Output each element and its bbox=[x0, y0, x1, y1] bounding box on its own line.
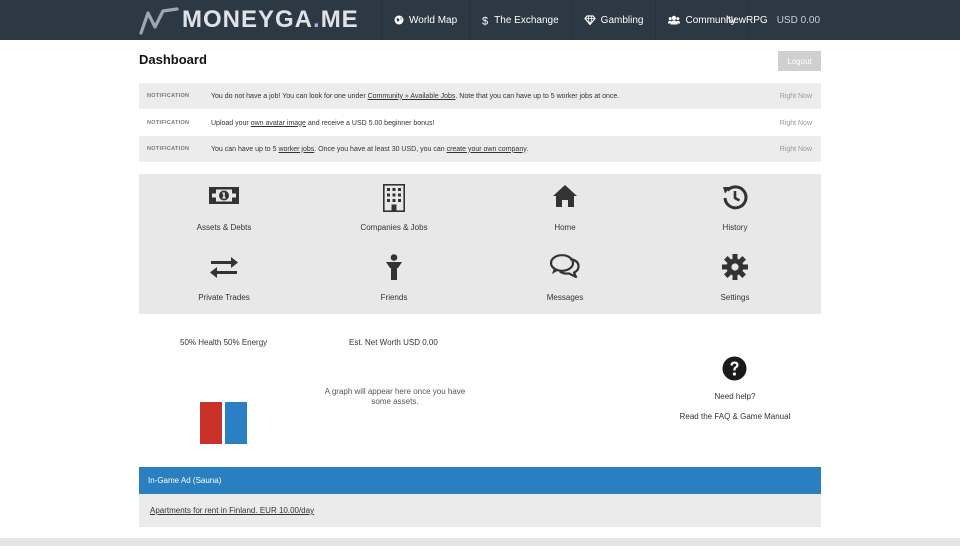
money-icon bbox=[209, 187, 239, 204]
nav-label: The Exchange bbox=[494, 14, 559, 26]
main-nav: World Map $ The Exchange Gambling Commun… bbox=[381, 0, 750, 40]
notification-row: NOTIFICATION You can have up to 5 worker… bbox=[139, 136, 821, 162]
notification-row: NOTIFICATION You do not have a job! You … bbox=[139, 83, 821, 109]
globe-icon bbox=[394, 15, 404, 25]
gear-icon bbox=[722, 254, 748, 280]
notification-message: You can have up to 5 worker jobs. Once y… bbox=[211, 145, 529, 153]
notification-row: NOTIFICATION Upload your own avatar imag… bbox=[139, 110, 821, 136]
svg-text:$: $ bbox=[482, 15, 488, 26]
tile-label: Messages bbox=[546, 293, 584, 302]
nav-label: Gambling bbox=[600, 14, 644, 26]
notification-tag: NOTIFICATION bbox=[147, 120, 190, 126]
tile-messages[interactable]: Messages bbox=[480, 244, 650, 314]
tile-private-trades[interactable]: Private Trades bbox=[139, 244, 309, 314]
help-title: Need help? bbox=[714, 392, 756, 401]
health-bar bbox=[200, 402, 222, 444]
tile-label: Assets & Debts bbox=[196, 223, 252, 232]
notification-time: Right Now bbox=[779, 119, 812, 127]
tile-label: Home bbox=[554, 223, 576, 232]
ad-link[interactable]: Apartments for rent in Finland. EUR 10.0… bbox=[150, 506, 314, 515]
nav-exchange[interactable]: $ The Exchange bbox=[469, 0, 571, 40]
logo-text: MONEYGA.ME bbox=[182, 6, 359, 33]
diamond-icon bbox=[584, 15, 596, 25]
tile-settings[interactable]: Settings bbox=[650, 244, 820, 314]
create-company-link[interactable]: create your own company bbox=[447, 146, 527, 153]
logo-mark-icon bbox=[139, 7, 179, 35]
top-navbar: MONEYGA.ME World Map $ The Exchange Gamb… bbox=[0, 0, 960, 40]
notification-tag: NOTIFICATION bbox=[147, 146, 190, 152]
person-icon bbox=[386, 254, 402, 280]
history-icon bbox=[723, 185, 748, 210]
dollar-icon: $ bbox=[482, 15, 488, 26]
building-icon bbox=[383, 184, 405, 212]
page-title: Dashboard bbox=[139, 52, 207, 67]
ad-body: Apartments for rent in Finland. EUR 10.0… bbox=[139, 494, 821, 527]
notification-message: You do not have a job! You can look for … bbox=[211, 92, 620, 100]
tile-assets-debts[interactable]: Assets & Debts bbox=[139, 174, 309, 244]
dashboard-menu-grid: Assets & Debts Companies & Jobs Home His… bbox=[139, 174, 821, 314]
graph-placeholder-text: A graph will appear here once you have s… bbox=[324, 387, 466, 406]
tile-home[interactable]: Home bbox=[480, 174, 650, 244]
nav-world-map[interactable]: World Map bbox=[381, 0, 469, 40]
ad-heading: In-Game Ad (Sauna) bbox=[148, 476, 222, 485]
home-icon bbox=[553, 185, 577, 207]
worker-jobs-link[interactable]: worker jobs bbox=[278, 146, 314, 153]
tile-label: Private Trades bbox=[198, 293, 250, 302]
tile-label: Companies & Jobs bbox=[360, 223, 428, 232]
faq-link[interactable]: Read the FAQ & Game Manual bbox=[660, 412, 810, 421]
notification-time: Right Now bbox=[779, 145, 812, 153]
username-link[interactable]: NewRPG bbox=[726, 15, 768, 26]
logout-button[interactable]: Logout bbox=[778, 51, 821, 71]
notification-message: Upload your own avatar image and receive… bbox=[211, 119, 435, 127]
notification-time: Right Now bbox=[779, 92, 812, 100]
tile-friends[interactable]: Friends bbox=[309, 244, 479, 314]
tile-label: Friends bbox=[380, 293, 408, 302]
avatar-image-link[interactable]: own avatar image bbox=[251, 120, 306, 127]
question-icon[interactable] bbox=[722, 356, 747, 386]
tile-companies-jobs[interactable]: Companies & Jobs bbox=[309, 174, 479, 244]
notification-tag: NOTIFICATION bbox=[147, 93, 190, 99]
tile-label: History bbox=[722, 223, 748, 232]
footer-bar bbox=[0, 538, 960, 546]
net-worth-text: Est. Net Worth USD 0.00 bbox=[349, 338, 438, 347]
health-energy-text: 50% Health 50% Energy bbox=[180, 338, 268, 347]
chat-icon bbox=[550, 254, 580, 278]
community-icon bbox=[668, 15, 681, 25]
site-logo[interactable]: MONEYGA.ME bbox=[139, 5, 359, 35]
tile-history[interactable]: History bbox=[650, 174, 820, 244]
nav-label: World Map bbox=[409, 14, 458, 26]
exchange-icon bbox=[210, 257, 238, 278]
energy-bar bbox=[225, 402, 247, 444]
user-area: NewRPG USD 0.00 bbox=[726, 0, 820, 40]
tile-label: Settings bbox=[720, 293, 750, 302]
ad-header: In-Game Ad (Sauna) bbox=[139, 467, 821, 494]
nav-gambling[interactable]: Gambling bbox=[570, 0, 656, 40]
available-jobs-link[interactable]: Community » Available Jobs bbox=[368, 93, 456, 100]
balance-display: USD 0.00 bbox=[776, 14, 821, 26]
